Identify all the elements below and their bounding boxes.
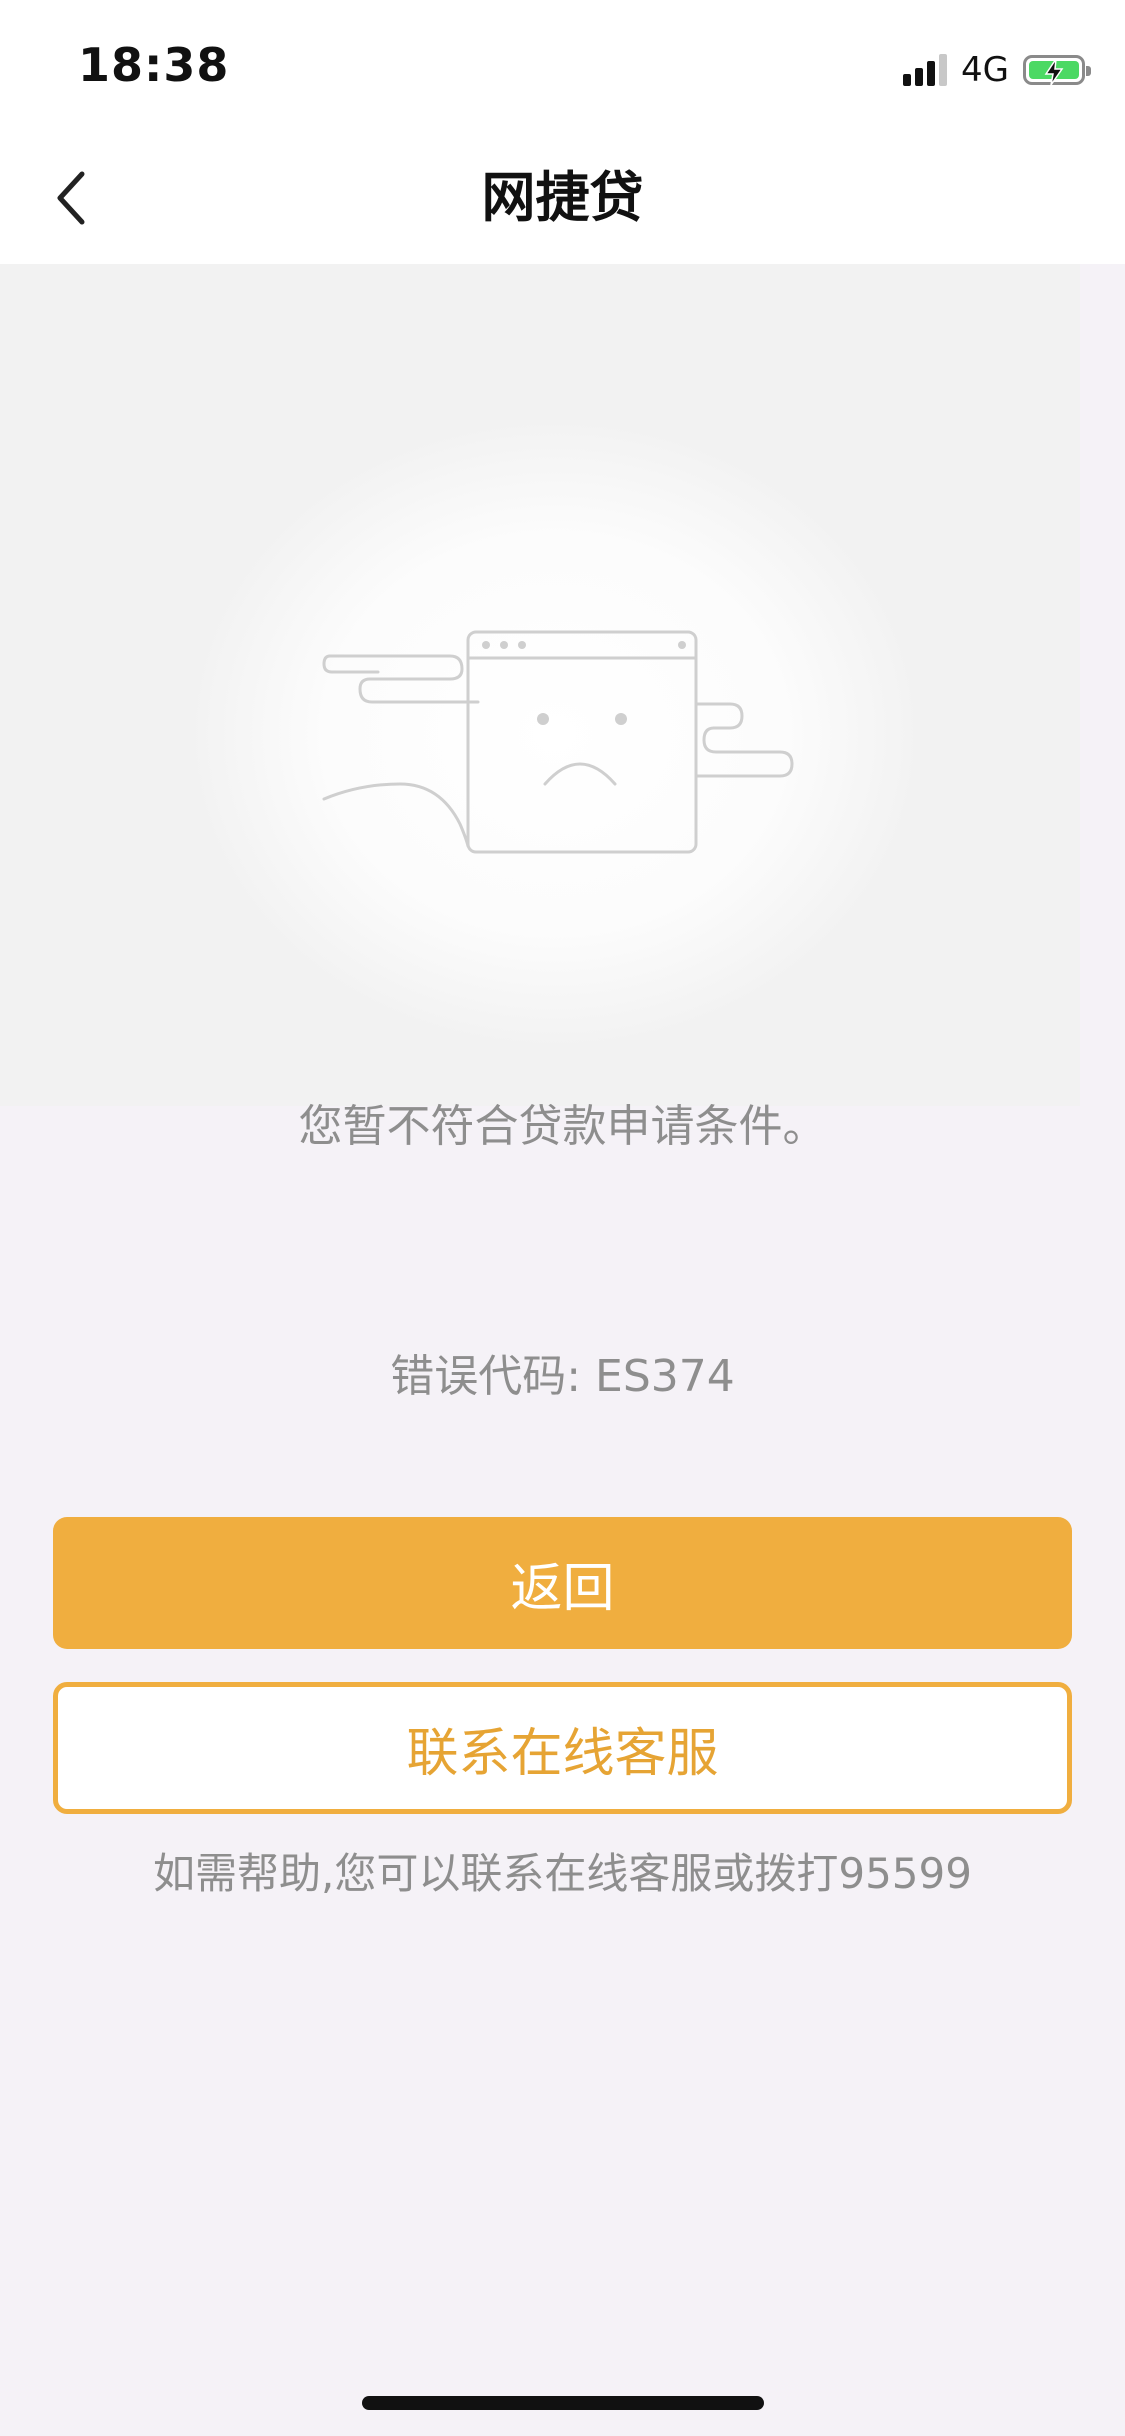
illustration-area <box>0 264 1080 1106</box>
return-button[interactable]: 返回 <box>53 1517 1072 1649</box>
help-text: 如需帮助,您可以联系在线客服或拨打95599 <box>153 1849 972 1898</box>
charging-bolt-icon <box>1044 58 1064 86</box>
status-time: 18:38 <box>78 38 230 92</box>
battery-fill <box>1029 58 1079 86</box>
nav-bar: 网捷贷 <box>0 132 1125 264</box>
sad-window-illustration <box>322 630 794 854</box>
home-indicator <box>362 2396 764 2410</box>
status-indicators: 4G <box>903 50 1091 90</box>
battery-icon <box>1023 55 1091 86</box>
page-title: 网捷贷 <box>481 166 644 229</box>
network-type: 4G <box>961 50 1009 90</box>
error-code: 错误代码: ES374 <box>390 1351 735 1402</box>
contact-service-button[interactable]: 联系在线客服 <box>53 1682 1072 1814</box>
status-bar: 18:38 4G <box>0 0 1125 132</box>
ineligible-message: 您暂不符合贷款申请条件。 <box>298 1101 827 1152</box>
signal-icon <box>903 54 948 86</box>
